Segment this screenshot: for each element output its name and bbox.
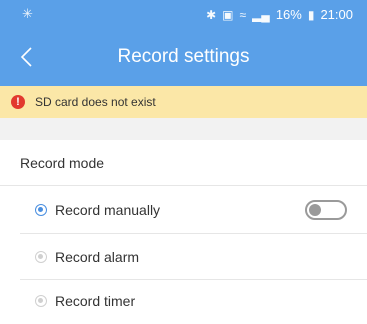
option-label: Record alarm <box>55 249 140 265</box>
divider <box>0 185 367 186</box>
bluetooth-icon: ✱ <box>206 7 217 22</box>
radio-unselected[interactable] <box>35 295 47 307</box>
option-record-manually[interactable]: Record manually <box>0 187 367 233</box>
wifi-icon: ≈ <box>239 7 247 22</box>
option-label: Record manually <box>55 202 161 218</box>
option-record-alarm[interactable]: Record alarm <box>0 234 367 280</box>
page-title: Record settings <box>117 46 250 67</box>
status-bar: ✳ ✱ ▣ ≈ ▂▄ 16% ▮ 21:00 <box>0 0 367 28</box>
header-bar: Record settings <box>0 28 367 88</box>
status-time: 21:00 <box>320 7 353 22</box>
alarm-icon: ▣ <box>222 7 234 22</box>
status-icons: ✱ ▣ ≈ ▂▄ 16% ▮ 21:00 <box>206 7 353 22</box>
battery-percent: 16% <box>275 7 302 22</box>
alert-message: SD card does not exist <box>35 95 156 109</box>
section-gap <box>0 118 367 140</box>
radio-selected[interactable] <box>35 204 47 216</box>
toggle-knob <box>309 204 321 216</box>
record-mode-label: Record mode <box>20 155 105 171</box>
option-record-timer[interactable]: Record timer <box>0 278 367 324</box>
sd-card-alert: ! SD card does not exist <box>0 86 367 118</box>
radio-unselected[interactable] <box>35 251 47 263</box>
signal-icon: ▂▄ <box>252 7 270 22</box>
app-notification-icon: ✳ <box>22 6 33 21</box>
battery-icon: ▮ <box>307 7 315 22</box>
exclamation-icon: ! <box>11 95 25 109</box>
record-manually-toggle[interactable] <box>305 200 347 220</box>
option-label: Record timer <box>55 293 136 309</box>
